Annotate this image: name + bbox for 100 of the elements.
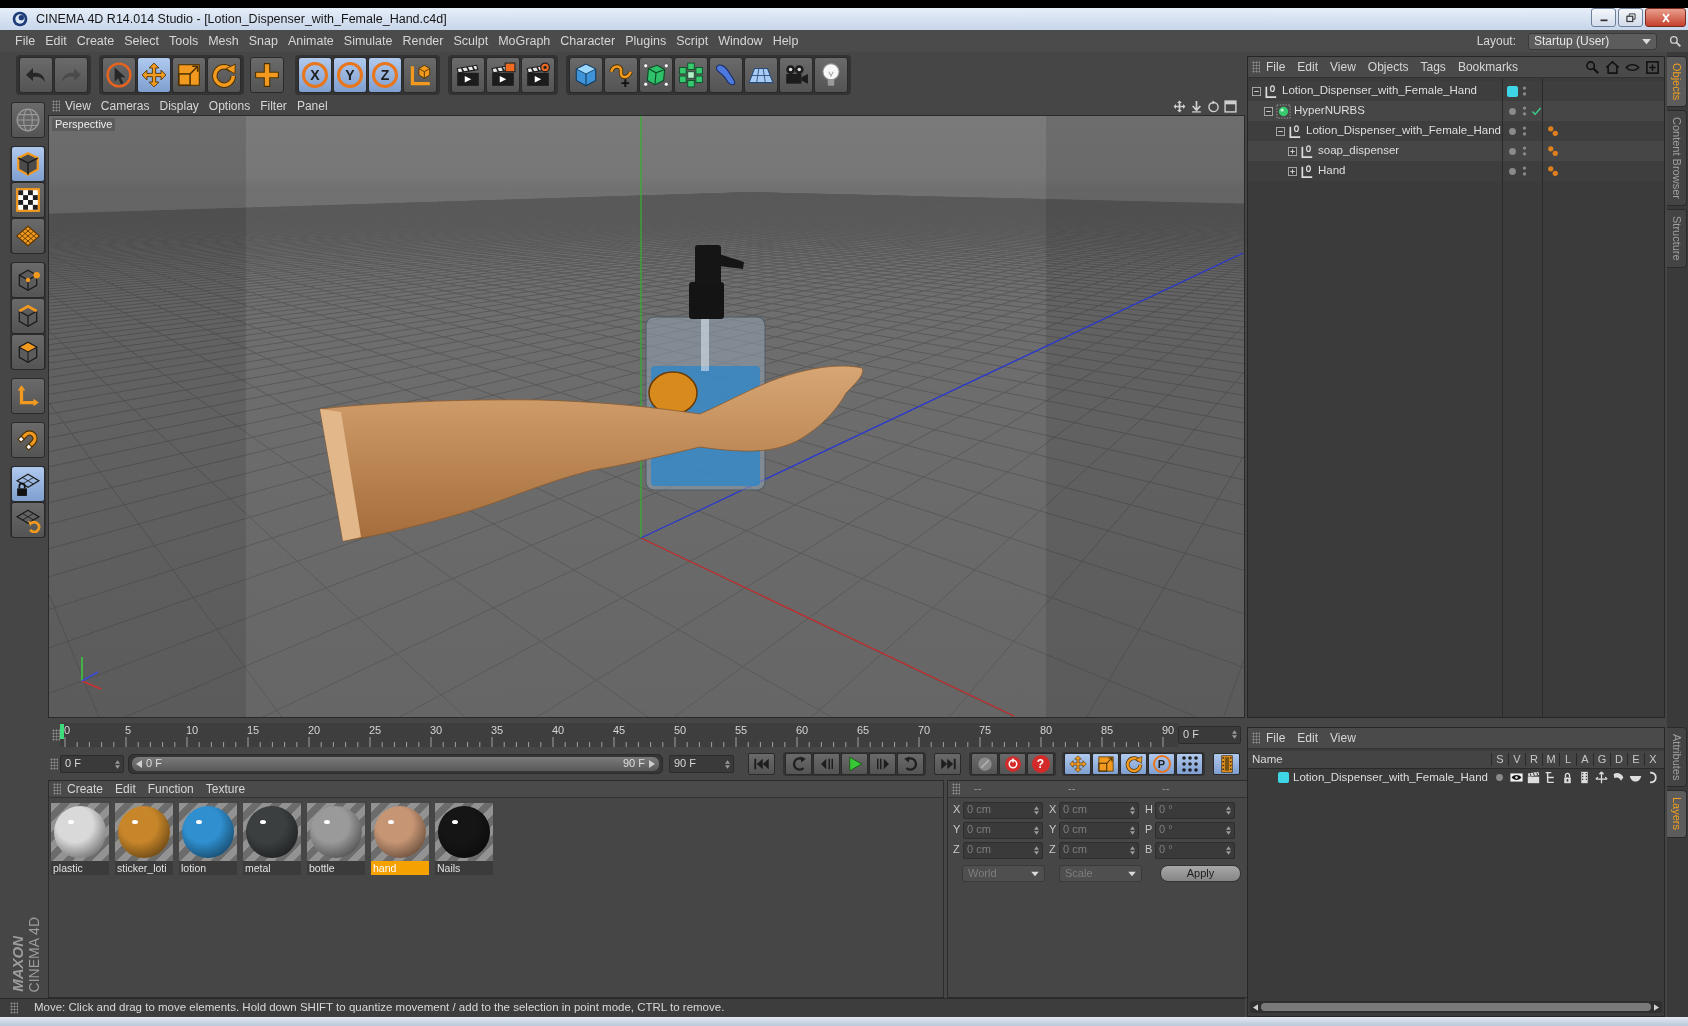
column-header[interactable]: Name bbox=[1248, 752, 1491, 767]
menu-item[interactable]: Edit bbox=[40, 33, 72, 49]
object-name[interactable]: Lotion_Dispenser_with_Female_Hand bbox=[1282, 84, 1477, 98]
window-icon[interactable] bbox=[1224, 99, 1237, 113]
collapse-icon[interactable] bbox=[1276, 126, 1285, 136]
grip-icon[interactable] bbox=[52, 728, 60, 741]
expand-icon[interactable] bbox=[1288, 146, 1297, 156]
menu-item[interactable]: Tags bbox=[1414, 59, 1452, 75]
sphere-pair-icon[interactable] bbox=[1547, 125, 1559, 137]
y-axis-button[interactable]: Y bbox=[333, 57, 367, 93]
key-parameter-button[interactable]: P bbox=[1148, 753, 1175, 775]
grip-icon[interactable] bbox=[53, 783, 61, 795]
menu-item[interactable]: View bbox=[1324, 730, 1362, 746]
menu-item[interactable]: Character bbox=[555, 33, 621, 49]
menu-item[interactable]: Bookmarks bbox=[1451, 59, 1524, 75]
start-frame-field[interactable]: 0 F bbox=[60, 755, 124, 773]
layer-row[interactable]: Lotion_Dispenser_with_Female_Hand bbox=[1248, 769, 1664, 786]
menu-item[interactable]: File bbox=[1260, 730, 1292, 746]
left-arrow-icon[interactable] bbox=[1253, 1003, 1258, 1011]
minimize-button[interactable] bbox=[1591, 8, 1616, 27]
column-header[interactable]: E bbox=[1627, 752, 1644, 767]
menu-item[interactable]: Animate bbox=[282, 33, 339, 49]
sphere-pair-icon[interactable] bbox=[1547, 165, 1559, 177]
side-tab[interactable]: Objects bbox=[1667, 56, 1688, 108]
menu-item[interactable]: Snap bbox=[243, 33, 283, 49]
menu-item[interactable]: Edit bbox=[109, 781, 142, 797]
padlock-icon[interactable] bbox=[1561, 771, 1574, 784]
menu-item[interactable]: File bbox=[1260, 59, 1292, 75]
vertical-dots-icon[interactable] bbox=[1522, 165, 1527, 177]
column-header[interactable]: V bbox=[1508, 752, 1525, 767]
menu-item[interactable]: Create bbox=[61, 781, 110, 797]
close-button[interactable] bbox=[1645, 8, 1686, 27]
grip-icon[interactable] bbox=[1252, 61, 1260, 73]
dot-icon[interactable] bbox=[1507, 145, 1518, 157]
menu-item[interactable]: Texture bbox=[199, 781, 252, 797]
column-header[interactable]: M bbox=[1542, 752, 1559, 767]
layer-color-swatch[interactable] bbox=[1278, 772, 1289, 783]
menu-item[interactable]: Plugins bbox=[620, 33, 672, 49]
object-name[interactable]: Lotion_Dispenser_with_Female_Hand bbox=[1306, 124, 1501, 138]
film-strip-icon[interactable] bbox=[1578, 771, 1591, 784]
layout-dropdown[interactable]: Startup (User) bbox=[1528, 32, 1657, 50]
column-header[interactable]: G bbox=[1593, 752, 1610, 767]
object-row[interactable]: HyperNURBS bbox=[1248, 101, 1664, 121]
object-row[interactable]: soap_dispenser bbox=[1248, 141, 1664, 161]
collapse-icon[interactable] bbox=[1264, 106, 1273, 116]
menu-item[interactable]: Objects bbox=[1361, 59, 1415, 75]
material-sphere-icon[interactable] bbox=[243, 803, 301, 861]
hierarchy-icon[interactable] bbox=[1544, 771, 1557, 784]
z-axis-button[interactable]: Z bbox=[368, 57, 402, 93]
grip-icon[interactable] bbox=[10, 1002, 18, 1014]
layer-color-swatch[interactable] bbox=[1507, 85, 1518, 97]
x-axis-button[interactable]: X bbox=[298, 57, 332, 93]
column-header[interactable]: D bbox=[1610, 752, 1627, 767]
vertical-dots-icon[interactable] bbox=[1522, 145, 1527, 157]
material-sphere-icon[interactable] bbox=[51, 803, 109, 861]
cross-arrows-icon[interactable] bbox=[1595, 771, 1608, 784]
spinner-arrows-icon[interactable] bbox=[1232, 730, 1237, 739]
keyframe-selection-button[interactable]: ? bbox=[1027, 753, 1054, 775]
vertical-dots-icon[interactable] bbox=[1522, 105, 1527, 117]
menu-item[interactable]: Simulate bbox=[338, 33, 398, 49]
dot-icon[interactable] bbox=[1507, 105, 1518, 117]
side-tab[interactable]: Layers bbox=[1667, 790, 1688, 838]
spinner-arrows-icon[interactable] bbox=[725, 759, 730, 769]
layer-name[interactable]: Lotion_Dispenser_with_Female_Hand bbox=[1293, 770, 1488, 785]
right-arrow-icon[interactable] bbox=[1654, 1003, 1659, 1011]
expand-icon[interactable] bbox=[1288, 166, 1297, 176]
menu-item[interactable]: View bbox=[1324, 59, 1362, 75]
right-arrow-icon[interactable] bbox=[649, 760, 655, 768]
frame-field[interactable]: 0 F bbox=[1178, 725, 1241, 744]
menu-item[interactable]: Create bbox=[71, 33, 120, 49]
column-header[interactable]: S bbox=[1491, 752, 1508, 767]
column-header[interactable]: A bbox=[1576, 752, 1593, 767]
grip-icon[interactable] bbox=[50, 758, 58, 770]
playhead[interactable] bbox=[60, 723, 64, 739]
menu-item[interactable]: View bbox=[60, 98, 96, 114]
menu-item[interactable]: Select bbox=[119, 33, 164, 49]
side-tab[interactable]: Attributes bbox=[1667, 727, 1688, 788]
dot-icon[interactable] bbox=[1507, 125, 1518, 137]
menu-item[interactable]: Options bbox=[203, 98, 256, 114]
menu-item[interactable]: Filter bbox=[255, 98, 292, 114]
vertical-dots-icon[interactable] bbox=[1522, 85, 1527, 97]
menu-item[interactable]: Help bbox=[767, 33, 804, 49]
side-tab[interactable]: Content Browser bbox=[1667, 110, 1688, 207]
timeline-ruler[interactable] bbox=[60, 722, 1178, 747]
search-icon[interactable] bbox=[1669, 34, 1682, 48]
spinner-arrows-icon[interactable] bbox=[115, 759, 120, 769]
caret-icon[interactable] bbox=[1642, 37, 1651, 45]
check-icon[interactable] bbox=[1531, 105, 1542, 117]
eye-icon[interactable] bbox=[1510, 771, 1523, 784]
menu-item[interactable]: Function bbox=[141, 781, 200, 797]
column-header[interactable]: X bbox=[1644, 752, 1661, 767]
menu-item[interactable]: File bbox=[10, 33, 41, 49]
object-name[interactable]: HyperNURBS bbox=[1294, 104, 1365, 118]
menu-item[interactable]: Panel bbox=[291, 98, 333, 114]
scrollbar-thumb[interactable] bbox=[1261, 1003, 1651, 1011]
column-header[interactable]: R bbox=[1525, 752, 1542, 767]
restore-icon[interactable] bbox=[1623, 10, 1638, 25]
move-arrows-icon[interactable] bbox=[1173, 99, 1186, 113]
menu-item[interactable]: MoGraph bbox=[493, 33, 556, 49]
grip-icon[interactable] bbox=[952, 783, 960, 795]
